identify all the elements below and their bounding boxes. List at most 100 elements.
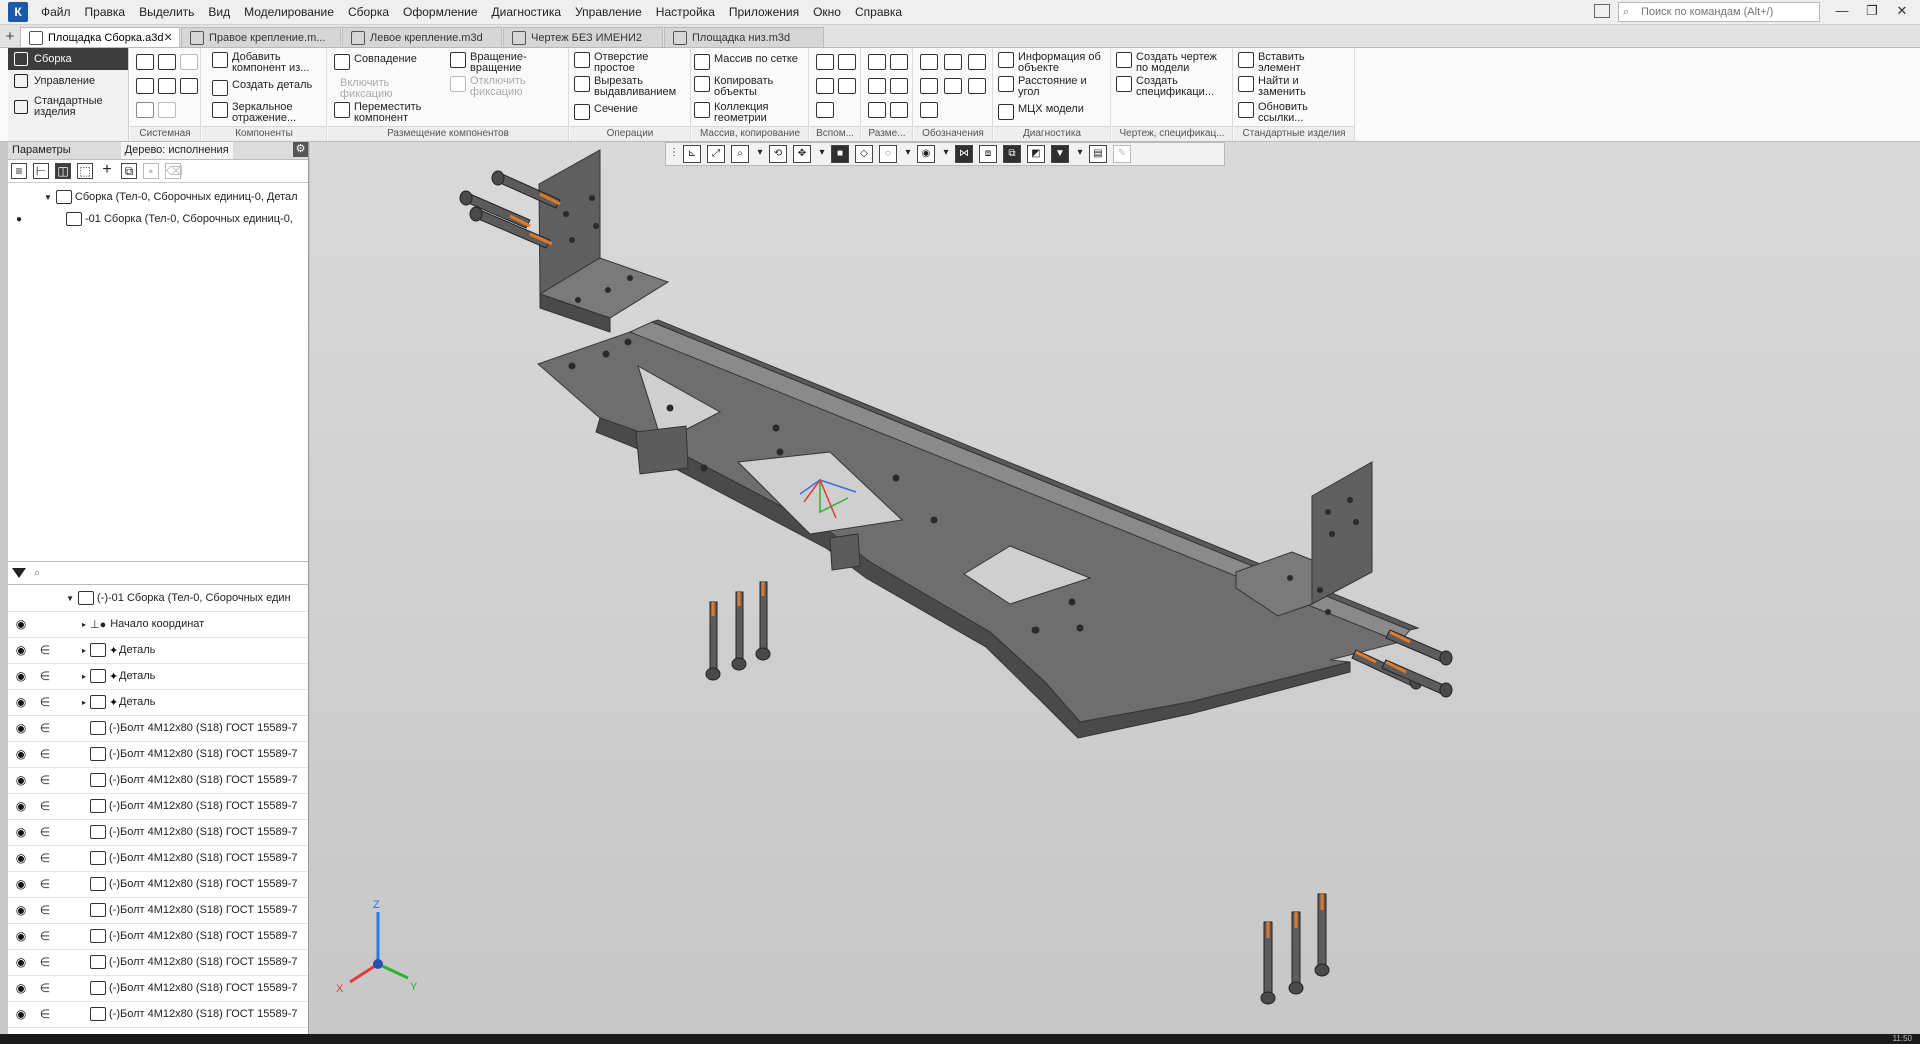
eye-icon[interactable]: ◉ xyxy=(8,1007,34,1021)
linear-dim-icon[interactable] xyxy=(868,54,886,70)
add-icon[interactable]: + xyxy=(99,162,115,179)
eye-icon[interactable]: ◉ xyxy=(8,747,34,761)
distance-angle-button[interactable]: Расстояние и угол xyxy=(998,76,1108,98)
eye-icon[interactable]: ◉ xyxy=(8,643,34,657)
include-icon[interactable]: ∈ xyxy=(34,747,56,761)
close-button[interactable]: ✕ xyxy=(1888,0,1916,24)
angular-dim-icon[interactable] xyxy=(868,78,886,94)
object-info-button[interactable]: Информация об объекте xyxy=(998,52,1108,74)
copy-icon[interactable]: ⧉ xyxy=(121,163,137,179)
plane-icon[interactable] xyxy=(816,54,834,70)
new-tab-button[interactable]: + xyxy=(0,27,20,47)
menu-window[interactable]: Окно xyxy=(806,0,848,24)
eye-icon[interactable]: ◉ xyxy=(8,695,34,709)
eye-icon[interactable]: ◉ xyxy=(8,851,34,865)
new-file-icon[interactable] xyxy=(136,54,154,70)
include-icon[interactable]: ∈ xyxy=(34,877,56,891)
include-icon[interactable]: ∈ xyxy=(34,799,56,813)
mass-properties-button[interactable]: МЦХ модели xyxy=(998,104,1108,120)
include-icon[interactable]: ∈ xyxy=(34,955,56,969)
tab-tree-executions[interactable]: Дерево: исполнения xyxy=(120,142,233,159)
eye-icon[interactable]: ◉ xyxy=(8,825,34,839)
panel-layout-icon[interactable] xyxy=(1594,4,1610,18)
grid-array-button[interactable]: Массив по сетке xyxy=(694,54,806,70)
tree-row-bolt[interactable]: ◉ ∈ (-)Болт 4М12х80 (S18) ГОСТ 15589-7 xyxy=(8,923,308,950)
include-icon[interactable]: ∈ xyxy=(34,721,56,735)
eye-icon[interactable]: ◉ xyxy=(8,981,34,995)
gear-icon[interactable]: ⚙ xyxy=(293,142,308,157)
menu-management[interactable]: Управление xyxy=(568,0,649,24)
create-part-button[interactable]: Создать деталь xyxy=(212,80,324,96)
tab-plosсhadka-sborka[interactable]: Площадка Сборка.a3d ✕ xyxy=(20,27,180,47)
include-icon[interactable]: ∈ xyxy=(34,643,56,657)
tree-row-bolt[interactable]: ◉ ∈ (-)Болт 4М12х80 (S18) ГОСТ 15589-7 xyxy=(8,793,308,820)
marking-icon[interactable] xyxy=(968,78,986,94)
tree-row-bolt[interactable]: ◉ ∈ (-)Болт 4М12х80 (S18) ГОСТ 15589-7 xyxy=(8,949,308,976)
menu-applications[interactable]: Приложения xyxy=(722,0,806,24)
bolt-set-left-vertical[interactable] xyxy=(705,581,771,681)
include-icon[interactable]: ∈ xyxy=(34,773,56,787)
tree-row-bolt[interactable]: ◉ ∈ (-)Болт 4М12х80 (S18) ГОСТ 15589-7 xyxy=(8,845,308,872)
minimize-button[interactable]: — xyxy=(1828,0,1856,24)
tree-row-root[interactable]: ▼ (-)-01 Сборка (Тел-0, Сборочных един xyxy=(8,585,308,612)
section-button[interactable]: Сечение xyxy=(574,104,686,120)
executions-icon[interactable]: ◫ xyxy=(55,163,71,179)
auto-dim-icon[interactable] xyxy=(868,102,886,118)
eye-icon[interactable]: ◉ xyxy=(8,929,34,943)
menu-file[interactable]: Файл xyxy=(34,0,78,24)
point-icon[interactable] xyxy=(816,78,834,94)
include-icon[interactable]: ∈ xyxy=(34,669,56,683)
open-file-icon[interactable] xyxy=(158,54,176,70)
expand-icon[interactable]: ▸ xyxy=(34,620,90,629)
tree-row-bolt[interactable]: ◉ ∈ (-)Болт 4М12х80 (S18) ГОСТ 15589-7 xyxy=(8,871,308,898)
include-icon[interactable]: ∈ xyxy=(34,981,56,995)
insert-element-button[interactable]: Вставить элемент xyxy=(1238,52,1348,74)
tab-platform-bottom[interactable]: Площадка низ.m3d xyxy=(664,27,824,47)
tree-structure-icon[interactable]: ⊢ xyxy=(33,163,49,179)
tree-row-part[interactable]: ◉ ∈ ▸ ✦ Деталь xyxy=(8,663,308,690)
tab-parameters[interactable]: Параметры xyxy=(8,142,75,159)
expand-icon[interactable]: ▸ xyxy=(56,698,90,707)
eye-icon[interactable]: ◉ xyxy=(8,617,34,631)
roughness-icon[interactable] xyxy=(944,54,962,70)
tab-right-mount[interactable]: Правое крепление.m... xyxy=(181,27,341,47)
tree-row-origin[interactable]: ◉ ▸ ⊥● Начало координат xyxy=(8,611,308,638)
eye-icon[interactable]: ◉ xyxy=(8,669,34,683)
tree-row-part[interactable]: ◉ ∈ ▸ ✦ Деталь xyxy=(8,637,308,664)
tree-row-bolt[interactable]: ◉ ∈ (-)Болт 4М12х80 (S18) ГОСТ 15589-7 xyxy=(8,1001,308,1028)
expand-icon[interactable]: ▸ xyxy=(56,672,90,681)
tree-row-bolt[interactable]: ◉ ∈ (-)Болт 4М12х80 (S18) ГОСТ 15589-7 xyxy=(8,715,308,742)
redo-icon[interactable] xyxy=(158,102,176,118)
eye-icon[interactable]: ◉ xyxy=(8,877,34,891)
include-icon[interactable]: ∈ xyxy=(34,903,56,917)
menu-edit[interactable]: Правка xyxy=(78,0,133,24)
weld-icon[interactable] xyxy=(944,78,962,94)
menu-select[interactable]: Выделить xyxy=(132,0,201,24)
eye-icon[interactable]: ◉ xyxy=(8,721,34,735)
tree-row-bolt[interactable]: ◉ ∈ (-)Болт 4М12х80 (S18) ГОСТ 15589-7 xyxy=(8,897,308,924)
mirror-button[interactable]: Зеркальное отражение... xyxy=(212,102,324,124)
find-replace-button[interactable]: Найти и заменить xyxy=(1238,76,1348,98)
include-icon[interactable]: ∈ xyxy=(34,929,56,943)
section-assembly[interactable]: Сборка xyxy=(8,48,128,70)
save-icon[interactable]: ▪ xyxy=(143,163,159,179)
section-standard-parts[interactable]: Стандартные изделия xyxy=(8,92,128,122)
add-component-button[interactable]: Добавить компонент из... xyxy=(212,52,324,74)
include-icon[interactable]: ∈ xyxy=(34,825,56,839)
cut-extrude-button[interactable]: Вырезать выдавливанием xyxy=(574,76,686,98)
copy-objects-button[interactable]: Копировать объекты xyxy=(694,76,806,98)
axis-icon[interactable] xyxy=(838,54,856,70)
menu-settings[interactable]: Настройка xyxy=(649,0,722,24)
tree-row-part[interactable]: ◉ ∈ ▸ ✦ Деталь xyxy=(8,689,308,716)
menu-design[interactable]: Оформление xyxy=(396,0,484,24)
datum-icon[interactable] xyxy=(968,54,986,70)
3d-viewport[interactable]: ⋮ ⊾ ⤢ ⌕ ▾ ⟲ ✥ ▾ ■ ◇ ◌ ▾ ◉ ▾ ⋈ ⧈ ⧉ ◩ ▼ ▾ … xyxy=(310,142,1920,1034)
tree-row-bolt[interactable]: ◉ ∈ (-)Болт 4М12х80 (S18) ГОСТ 15589-7 xyxy=(8,741,308,768)
delete-icon[interactable]: ⌫ xyxy=(165,163,183,179)
collapse-icon[interactable]: ▼ xyxy=(44,193,52,202)
create-drawing-button[interactable]: Создать чертеж по модели xyxy=(1116,52,1230,74)
radial-dim-icon[interactable] xyxy=(890,78,908,94)
preview-icon[interactable] xyxy=(158,78,176,94)
command-search[interactable]: ⌕ xyxy=(1618,2,1820,22)
menu-diagnostics[interactable]: Диагностика xyxy=(485,0,569,24)
